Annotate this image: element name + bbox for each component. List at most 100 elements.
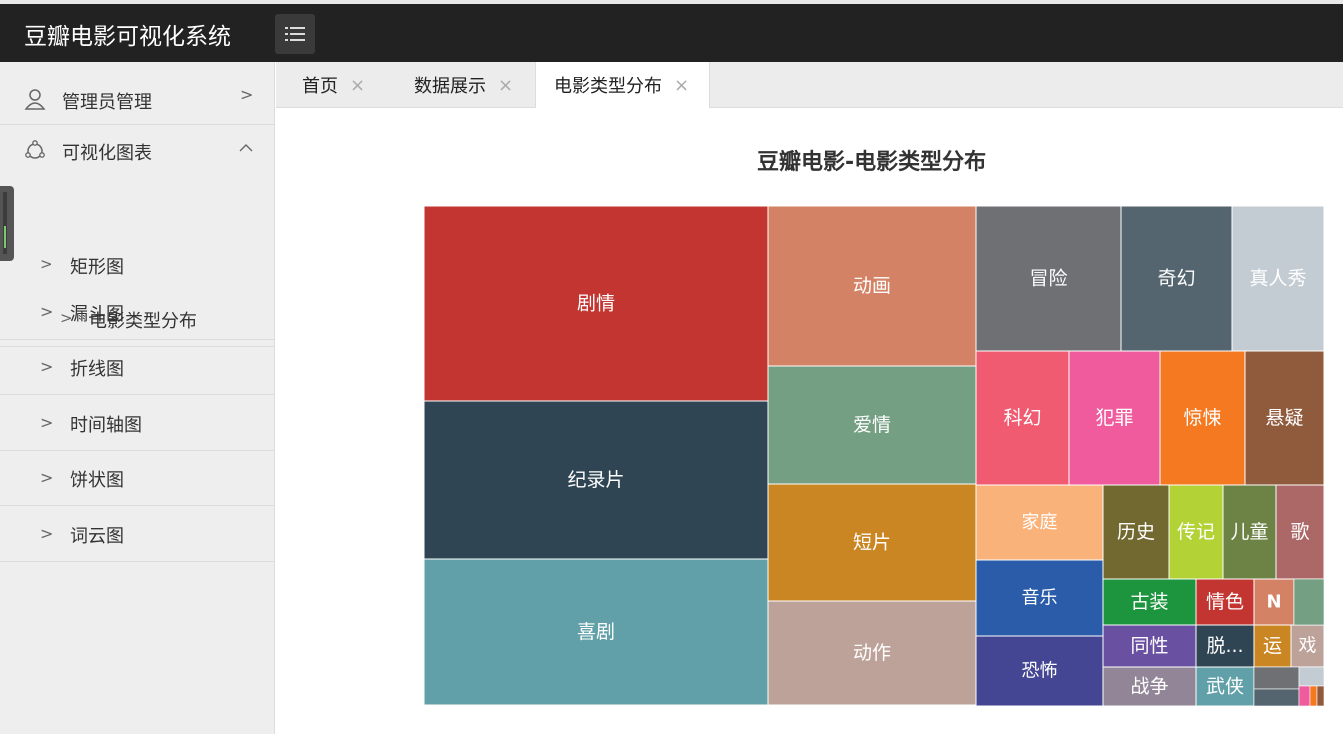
treemap-cell[interactable]: 音乐 — [975, 559, 1104, 637]
sidebar-group-label: 可视化图表 — [62, 143, 152, 164]
top-header: 豆瓣电影可视化系统 — [0, 4, 1343, 62]
treemap-label: 动作 — [853, 642, 891, 664]
hamburger-icon — [285, 27, 305, 41]
sidebar-item-label: 漏斗图 — [70, 304, 124, 325]
treemap-cell[interactable]: 惊悚 — [1159, 350, 1246, 486]
treemap-cell[interactable]: 战争 — [1102, 666, 1197, 706]
treemap-chart: 剧情纪录片喜剧 动画爱情短片动作 冒险 奇幻 真人秀科幻 犯罪 惊悚 悬疑家庭音乐恐怖 历史 传记… — [424, 206, 1324, 706]
treemap-label: 爱情 — [853, 414, 891, 436]
sidebar-group-label: 管理员管理 — [62, 92, 152, 113]
sidebar-group-admin[interactable]: 管理员管理 > — [0, 72, 274, 125]
treemap-label: 科幻 — [1003, 407, 1041, 429]
treemap-cell[interactable]: 传记 — [1168, 484, 1224, 580]
treemap-label: 犯罪 — [1095, 407, 1133, 429]
treemap-cell[interactable]: 儿童 — [1222, 484, 1277, 580]
treemap-label: 悬疑 — [1265, 407, 1303, 429]
treemap-cell[interactable]: 家庭 — [975, 484, 1104, 561]
treemap-cell[interactable]: 爱情 — [767, 365, 977, 485]
scroll-handle[interactable] — [0, 186, 14, 261]
treemap-label: 恐怖 — [1022, 661, 1058, 682]
treemap-label: 喜剧 — [577, 621, 615, 643]
close-icon[interactable]: × — [674, 75, 689, 96]
treemap-cell[interactable]: 同性 — [1102, 624, 1197, 668]
treemap-label: 冒险 — [1029, 268, 1067, 290]
tab-home[interactable]: 首页 × — [302, 62, 365, 108]
sidebar-item-wordcloud[interactable]: > 词云图 — [0, 506, 274, 562]
treemap-rect-small[interactable] — [1293, 578, 1324, 626]
chevron-right-icon: > — [40, 302, 54, 321]
treemap-cell[interactable]: 古装 — [1102, 578, 1197, 626]
treemap-label: 家庭 — [1022, 512, 1058, 533]
treemap-cell[interactable]: 纪录片 — [424, 400, 769, 560]
grip-icon — [3, 192, 7, 254]
treemap-cell[interactable]: 动作 — [767, 600, 977, 706]
treemap-label: 歌 — [1290, 521, 1309, 543]
treemap-label: 真人秀 — [1249, 268, 1306, 290]
sidebar-item-pie[interactable]: > 饼状图 — [0, 451, 274, 506]
tab-label: 数据展示 — [414, 76, 486, 97]
tab-label: 电影类型分布 — [554, 76, 662, 97]
treemap-cell[interactable]: 脱... — [1195, 624, 1255, 668]
treemap-label: 儿童 — [1230, 521, 1268, 543]
close-icon[interactable]: × — [350, 75, 365, 96]
treemap-rect-small[interactable] — [1298, 666, 1324, 687]
treemap-cell[interactable]: 动画 — [767, 206, 977, 367]
treemap-cell[interactable]: 短片 — [767, 483, 977, 602]
treemap-rect-small[interactable] — [1309, 685, 1318, 706]
treemap-cell[interactable]: 历史 — [1102, 484, 1170, 580]
menu-toggle-button[interactable] — [275, 14, 315, 54]
chevron-right-icon: > — [40, 357, 54, 376]
treemap-cell[interactable]: 情色 — [1195, 578, 1255, 626]
treemap-cell[interactable]: 犯罪 — [1068, 350, 1161, 486]
tab-bar: 首页 × 数据展示 × 电影类型分布 × — [276, 62, 1343, 108]
treemap-cell[interactable]: 武侠 — [1195, 666, 1255, 706]
treemap-label: 古装 — [1130, 591, 1168, 613]
treemap-label: 惊悚 — [1183, 407, 1221, 429]
chevron-right-icon: > — [40, 468, 54, 487]
treemap-label: 同性 — [1130, 635, 1168, 657]
treemap-label: 戏 — [1299, 636, 1317, 657]
treemap-label: 脱... — [1206, 635, 1243, 657]
app-title: 豆瓣电影可视化系统 — [24, 24, 231, 50]
treemap-cell[interactable]: 恐怖 — [975, 635, 1104, 706]
treemap-cell[interactable]: 歌 — [1275, 484, 1324, 580]
user-icon — [24, 89, 46, 110]
tab-movie-type[interactable]: 电影类型分布 × — [535, 62, 710, 108]
treemap-label: 音乐 — [1022, 588, 1058, 609]
treemap-cell[interactable]: 奇幻 — [1120, 206, 1233, 352]
treemap-rect-small[interactable] — [1253, 688, 1300, 706]
treemap-rect-small[interactable] — [1298, 685, 1311, 706]
sidebar-item-label: 时间轴图 — [70, 415, 142, 436]
sidebar-group-charts-header[interactable]: 可视化图表 — [0, 125, 274, 177]
sidebar-item-label: 饼状图 — [70, 470, 124, 491]
treemap-cell[interactable]: 悬疑 — [1244, 350, 1324, 486]
treemap-rect-small[interactable] — [1253, 666, 1300, 690]
treemap-cell[interactable]: 运 — [1253, 624, 1292, 668]
treemap-label: 历史 — [1117, 521, 1155, 543]
sidebar-item-label: 矩形图 — [70, 257, 124, 278]
chart-title: 豆瓣电影-电影类型分布 — [757, 150, 987, 175]
close-icon[interactable]: × — [498, 75, 513, 96]
sidebar-item-funnel[interactable]: > 漏斗图 — [0, 285, 274, 340]
treemap-cell[interactable]: 冒险 — [975, 206, 1122, 352]
treemap-label: 运 — [1263, 635, 1282, 657]
treemap-cell[interactable]: 喜剧 — [424, 558, 769, 706]
treemap-cell[interactable]: 真人秀 — [1231, 206, 1324, 352]
treemap-label: 情色 — [1206, 591, 1244, 613]
treemap-cell[interactable]: 戏 — [1290, 624, 1324, 668]
treemap-rect-small[interactable] — [1316, 685, 1324, 706]
treemap-label: 传记 — [1177, 521, 1215, 543]
treemap-label: 武侠 — [1206, 676, 1244, 698]
treemap-label: 剧情 — [577, 293, 615, 315]
chevron-right-icon: > — [240, 85, 254, 104]
tab-data-display[interactable]: 数据展示 × — [414, 62, 513, 108]
treemap-cell[interactable]: 科幻 — [975, 350, 1070, 486]
sidebar-item-line[interactable]: > 折线图 — [0, 340, 274, 395]
chevron-right-icon: > — [40, 524, 54, 543]
sidebar: 管理员管理 > 可视化图表 > 矩形图 > 电影类型分布 > 漏斗图 > 折线图… — [0, 62, 275, 734]
treemap-cell[interactable]: 剧情 — [424, 206, 769, 402]
tab-label: 首页 — [302, 76, 338, 97]
treemap-label: 奇幻 — [1157, 268, 1195, 290]
sidebar-item-timeline[interactable]: > 时间轴图 — [0, 395, 274, 451]
treemap-cell[interactable]: N — [1253, 578, 1295, 626]
